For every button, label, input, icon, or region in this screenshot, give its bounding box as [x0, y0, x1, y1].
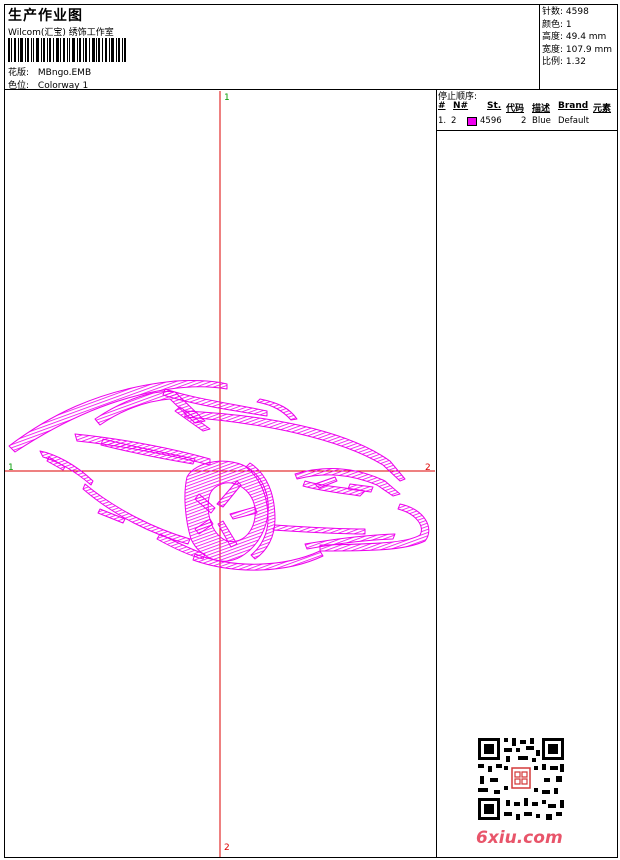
stat-stitches: 针数: 4598 — [542, 7, 589, 17]
row-brand: Default — [558, 116, 590, 126]
axis-label-top: 1 — [224, 93, 230, 103]
worksheet-title: 生产作业图 — [8, 8, 83, 24]
row-code: 2 — [521, 116, 527, 126]
col-code: 代码 — [506, 104, 525, 114]
row-stitches: 4596 — [480, 116, 502, 126]
design-preview-canvas: 1 2 1 2 — [5, 89, 437, 857]
col-element: 元素 — [593, 104, 612, 114]
col-needle: N# — [453, 101, 469, 111]
row-index: 1. — [438, 116, 447, 126]
car-design — [8, 380, 430, 571]
thread-color-swatch — [467, 117, 477, 126]
table-row: 1. 2 4596 2 Blue Default — [437, 116, 617, 131]
design-label: 花版: — [8, 68, 30, 78]
row-needle: 2 — [451, 116, 457, 126]
col-description: 描述 — [532, 104, 551, 114]
stat-scale: 比例: 1.32 — [542, 57, 586, 67]
col-brand: Brand — [558, 101, 589, 111]
row-description: Blue — [532, 116, 551, 126]
col-index: # — [438, 101, 446, 111]
design-stats: 针数: 4598 颜色: 1 高度: 49.4 mm 宽度: 107.9 mm … — [539, 5, 617, 89]
col-stitches: St. — [487, 101, 502, 111]
production-worksheet: 生产作业图 Wilcom(汇宝) 绣饰工作室 花版: MBngo.EMB 色位:… — [4, 4, 618, 858]
studio-name: Wilcom(汇宝) 绣饰工作室 — [8, 28, 114, 38]
stop-sequence-header: # N# St. 代码 描述 Brand 元素 — [437, 101, 617, 114]
qr-code-image — [476, 736, 566, 822]
stat-colors: 颜色: 1 — [542, 19, 572, 30]
stat-width: 宽度: 107.9 mm — [542, 44, 613, 55]
barcode-image — [8, 38, 126, 62]
stat-height: 高度: 49.4 mm — [542, 32, 607, 42]
worksheet-header: 生产作业图 Wilcom(汇宝) 绣饰工作室 花版: MBngo.EMB 色位:… — [5, 5, 617, 91]
watermark-text: 6xiu.com — [476, 828, 563, 848]
design-value: MBngo.EMB — [37, 68, 92, 78]
embroidery-preview — [5, 91, 435, 857]
axis-label-bottom: 2 — [224, 843, 230, 853]
design-file: 花版: MBngo.EMB — [8, 65, 91, 78]
axis-label-right: 2 — [425, 463, 431, 473]
axis-label-left: 1 — [8, 463, 14, 473]
